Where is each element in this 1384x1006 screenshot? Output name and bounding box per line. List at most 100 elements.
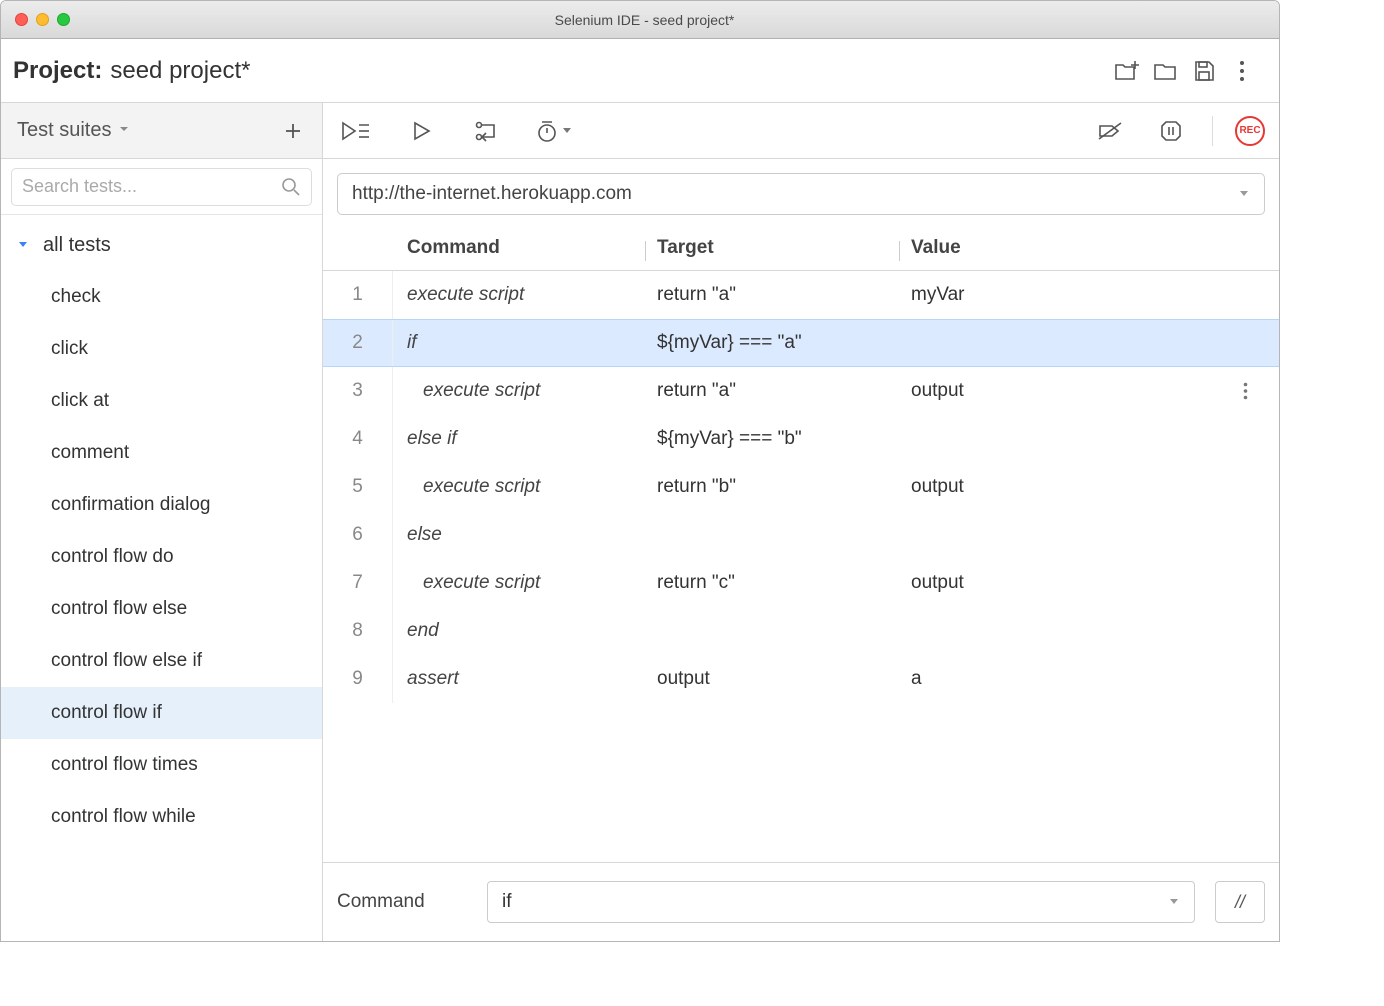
row-target: return "a": [657, 380, 911, 402]
row-command: else: [393, 524, 657, 546]
open-project-button[interactable]: [1147, 52, 1185, 90]
run-all-button[interactable]: [337, 112, 375, 150]
row-number: 8: [323, 607, 393, 655]
row-menu-button[interactable]: [1243, 382, 1279, 400]
command-row[interactable]: 8end: [323, 607, 1279, 655]
search-tests-field[interactable]: [11, 168, 312, 206]
suite-label: all tests: [43, 234, 111, 257]
main-panel: REC http://the-internet.herokuapp.com Co…: [323, 103, 1279, 941]
row-command: if: [393, 332, 657, 354]
row-value: a: [911, 668, 1243, 690]
more-menu-button[interactable]: [1223, 52, 1261, 90]
step-button[interactable]: [469, 112, 507, 150]
row-number: 3: [323, 367, 393, 415]
commands-table: 1execute scriptreturn "a"myVar2if${myVar…: [323, 271, 1279, 863]
test-item[interactable]: control flow times: [1, 739, 322, 791]
editor-command-value: if: [502, 891, 512, 913]
row-command: execute script: [393, 284, 657, 306]
caret-down-icon: [17, 239, 33, 251]
test-item[interactable]: control flow else: [1, 583, 322, 635]
row-value: output: [911, 476, 1243, 498]
test-item[interactable]: check: [1, 271, 322, 323]
test-item[interactable]: comment: [1, 427, 322, 479]
save-project-button[interactable]: [1185, 52, 1223, 90]
row-number: 6: [323, 511, 393, 559]
toggle-comment-button[interactable]: //: [1215, 881, 1265, 923]
app-window: Selenium IDE - seed project* Project: se…: [0, 0, 1280, 942]
test-tree: all tests checkclickclick atcommentconfi…: [1, 215, 322, 941]
record-button[interactable]: REC: [1235, 116, 1265, 146]
column-command: Command: [407, 237, 657, 259]
close-window-button[interactable]: [15, 13, 28, 26]
row-number: 2: [323, 320, 393, 366]
row-command: assert: [393, 668, 657, 690]
toolbar-divider: [1212, 116, 1213, 146]
command-editor: Command if //: [323, 863, 1279, 941]
column-target: Target: [657, 237, 911, 259]
row-value: output: [911, 380, 1243, 402]
row-command: execute script: [393, 572, 657, 594]
row-command: end: [393, 620, 657, 642]
test-item[interactable]: control flow if: [1, 687, 322, 739]
search-icon: [281, 177, 301, 197]
command-row[interactable]: 9assertoutputa: [323, 655, 1279, 703]
run-current-button[interactable]: [403, 112, 441, 150]
search-input[interactable]: [22, 176, 281, 197]
command-row[interactable]: 6else: [323, 511, 1279, 559]
editor-command-label: Command: [337, 891, 467, 913]
test-item[interactable]: control flow do: [1, 531, 322, 583]
sidebar-heading-dropdown-icon[interactable]: [117, 122, 135, 140]
command-row[interactable]: 1execute scriptreturn "a"myVar: [323, 271, 1279, 319]
editor-command-field[interactable]: if: [487, 881, 1195, 923]
row-target: return "a": [657, 284, 911, 306]
test-item[interactable]: confirmation dialog: [1, 479, 322, 531]
url-dropdown-icon[interactable]: [1238, 189, 1250, 199]
minimize-window-button[interactable]: [36, 13, 49, 26]
maximize-window-button[interactable]: [57, 13, 70, 26]
row-command: else if: [393, 428, 657, 450]
test-item[interactable]: control flow else if: [1, 635, 322, 687]
project-name[interactable]: seed project*: [110, 57, 250, 85]
column-value: Value: [911, 237, 1279, 259]
command-row[interactable]: 2if${myVar} === "a": [323, 319, 1279, 367]
command-row[interactable]: 5execute scriptreturn "b"output: [323, 463, 1279, 511]
test-item[interactable]: click: [1, 323, 322, 375]
disable-breakpoints-button[interactable]: [1092, 112, 1130, 150]
row-value: myVar: [911, 284, 1243, 306]
add-test-button[interactable]: [274, 112, 312, 150]
test-item[interactable]: click at: [1, 375, 322, 427]
row-target: output: [657, 668, 911, 690]
sidebar: Test suites: [1, 103, 323, 941]
command-row[interactable]: 4else if${myVar} === "b": [323, 415, 1279, 463]
window-title: Selenium IDE - seed project*: [70, 12, 1279, 28]
commands-header: Command Target Value: [323, 225, 1279, 271]
row-number: 9: [323, 655, 393, 703]
sidebar-header: Test suites: [1, 103, 322, 159]
project-bar: Project: seed project*: [1, 39, 1279, 103]
pause-on-exceptions-button[interactable]: [1152, 112, 1190, 150]
editor-dropdown-icon[interactable]: [1168, 897, 1180, 907]
row-number: 1: [323, 271, 393, 319]
sidebar-heading[interactable]: Test suites: [17, 119, 111, 142]
row-number: 7: [323, 559, 393, 607]
row-target: return "c": [657, 572, 911, 594]
command-row[interactable]: 3execute scriptreturn "a"output: [323, 367, 1279, 415]
new-project-button[interactable]: [1109, 52, 1147, 90]
titlebar: Selenium IDE - seed project*: [1, 1, 1279, 39]
row-command: execute script: [393, 380, 657, 402]
row-target: return "b": [657, 476, 911, 498]
project-label: Project:: [13, 57, 102, 85]
test-item[interactable]: control flow while: [1, 791, 322, 843]
base-url-value: http://the-internet.herokuapp.com: [352, 183, 632, 205]
row-command: execute script: [393, 476, 657, 498]
row-number: 4: [323, 415, 393, 463]
command-row[interactable]: 7execute scriptreturn "c"output: [323, 559, 1279, 607]
speed-button[interactable]: [535, 112, 573, 150]
toolbar: REC: [323, 103, 1279, 159]
row-value: output: [911, 572, 1243, 594]
row-number: 5: [323, 463, 393, 511]
suite-all-tests[interactable]: all tests: [1, 219, 322, 271]
row-target: ${myVar} === "b": [657, 428, 911, 450]
row-target: ${myVar} === "a": [657, 332, 911, 354]
base-url-field[interactable]: http://the-internet.herokuapp.com: [337, 173, 1265, 215]
